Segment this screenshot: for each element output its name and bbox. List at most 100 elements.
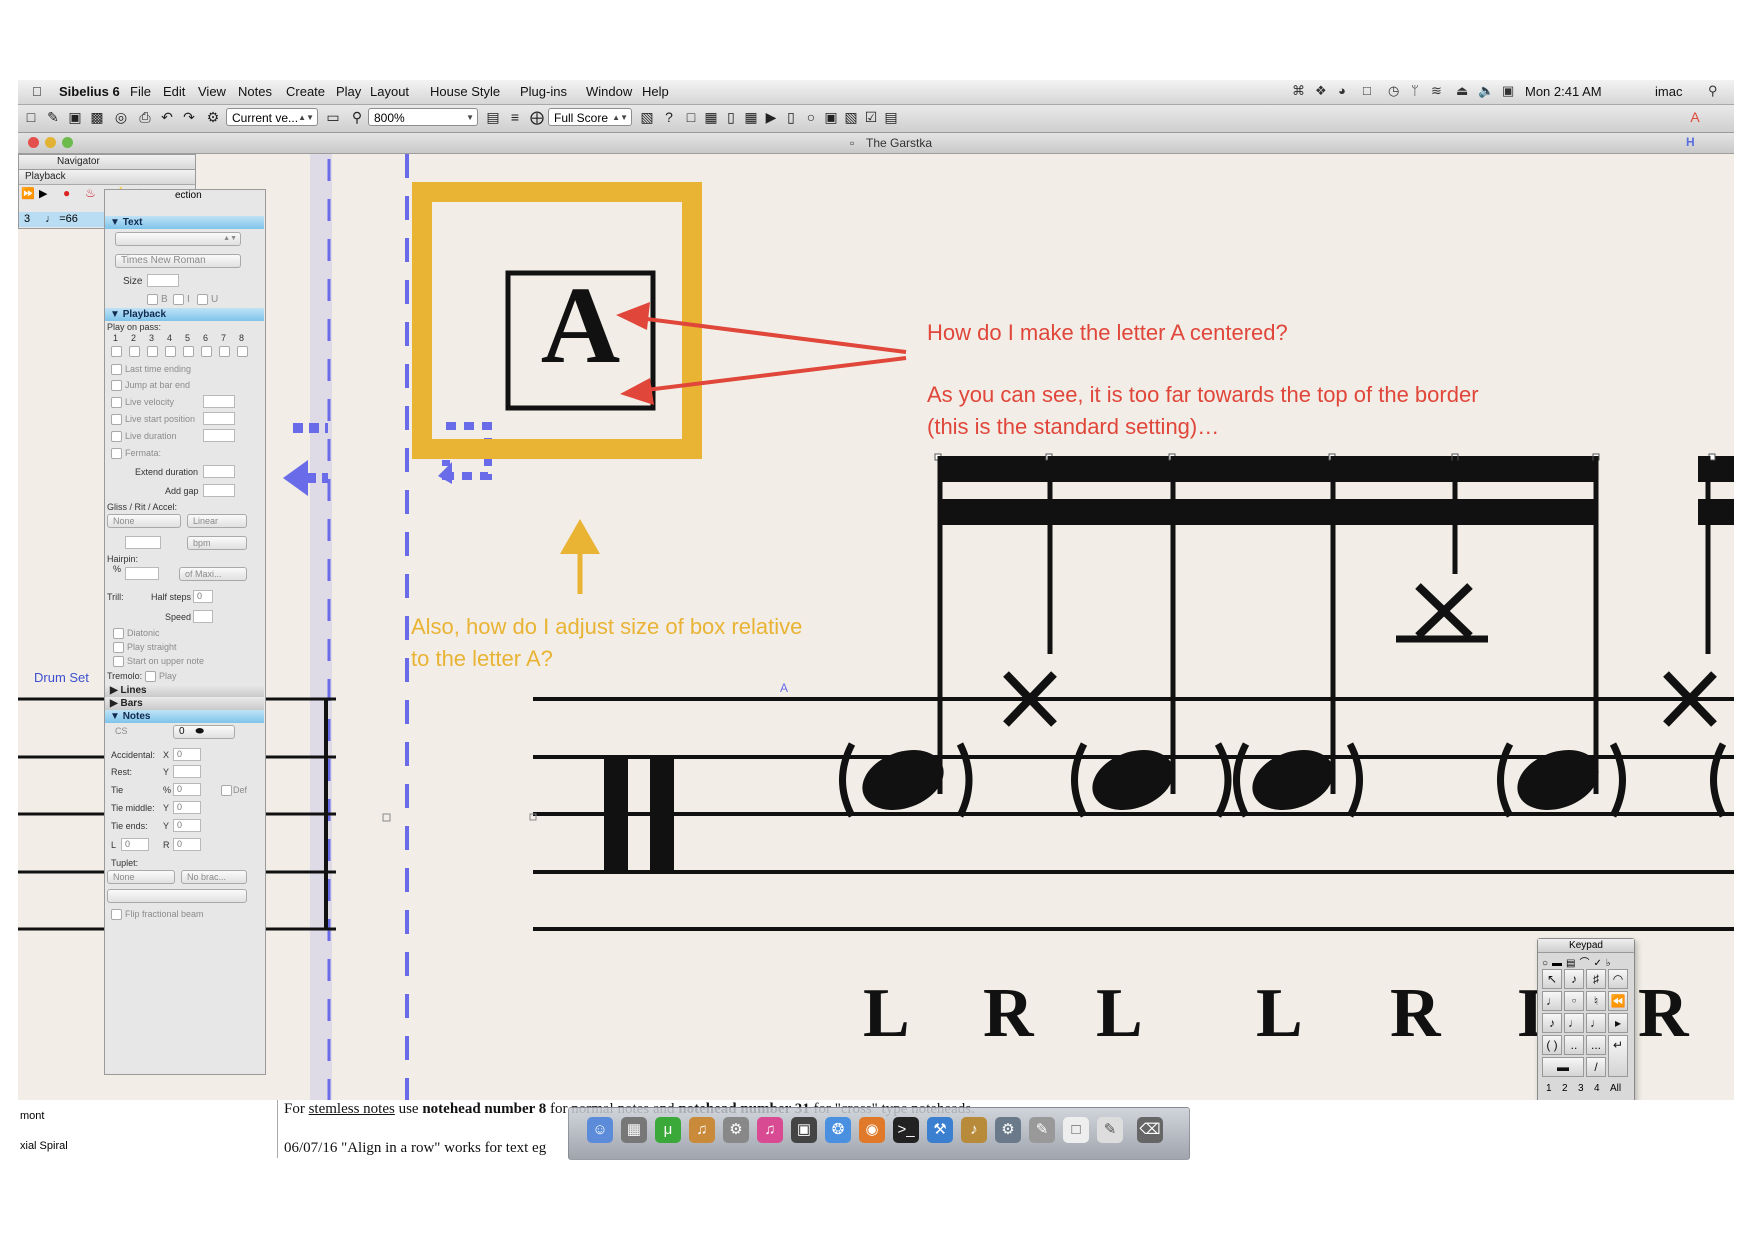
mixer-icon[interactable]: ▯ xyxy=(722,108,740,126)
keypad-tab-4[interactable]: 4 xyxy=(1594,1083,1600,1094)
bold-checkbox[interactable] xyxy=(147,294,158,305)
zoom-icon[interactable]: ⚲ xyxy=(348,108,366,126)
guitar-icon[interactable]: ♫ xyxy=(689,1117,715,1143)
keypad-rest-key[interactable]: ▬ xyxy=(1542,1057,1584,1077)
keypad-sixteenth-key[interactable]: ♪ xyxy=(1542,1013,1562,1033)
spotlight-search-icon[interactable]: ⚲ xyxy=(1708,83,1718,99)
keypad-layout-tabs[interactable]: ○▬▤⌒✓♭ xyxy=(1542,954,1628,969)
instrument-name[interactable]: Drum Set xyxy=(34,670,89,685)
keypad-note-key[interactable]: ♪ xyxy=(1564,969,1584,989)
size-field[interactable] xyxy=(147,274,179,287)
play-window-icon[interactable]: ▶ xyxy=(762,108,780,126)
fermata-checkbox[interactable] xyxy=(111,448,122,459)
keypad-natural-key[interactable]: ♮ xyxy=(1586,991,1606,1011)
plugin-icon[interactable]: ⚙ xyxy=(204,108,222,126)
speed-field[interactable] xyxy=(193,610,213,623)
section-lines[interactable]: ▶ Lines xyxy=(105,684,264,697)
bluetooth-icon[interactable]: ᛘ xyxy=(1411,83,1419,98)
diatonic-checkbox[interactable] xyxy=(113,628,124,639)
menu-app-name[interactable]: Sibelius 6 xyxy=(59,84,120,99)
keypad-pointer-key[interactable]: ↖ xyxy=(1542,969,1562,989)
hyperlink-h-icon[interactable]: H xyxy=(1686,135,1695,149)
zoom-select[interactable]: 800% ▼ xyxy=(368,108,478,126)
section-bars[interactable]: ▶ Bars xyxy=(105,697,264,710)
app-icon[interactable]: ▣ xyxy=(791,1117,817,1143)
safari-icon[interactable]: ❂ xyxy=(825,1117,851,1143)
keypad-window[interactable]: Keypad ○▬▤⌒✓♭ ↖ ♪ ♯ ◠ ♩ ○ ♮ ⏪ ♪ ♩ ♩ ▸ ( … xyxy=(1537,938,1635,1100)
flip-fractional-beam-checkbox[interactable] xyxy=(111,909,122,920)
document-dock-icon[interactable]: □ xyxy=(1063,1117,1089,1143)
textedit-icon[interactable]: ✎ xyxy=(1029,1117,1055,1143)
underline-checkbox[interactable] xyxy=(197,294,208,305)
firefox-icon[interactable]: ◉ xyxy=(859,1117,885,1143)
pass-checkbox[interactable] xyxy=(237,346,248,357)
window-icon[interactable]: ▤ xyxy=(882,108,900,126)
video-icon[interactable]: ▯ xyxy=(782,108,800,126)
utility-icon[interactable]: ⚙ xyxy=(723,1117,749,1143)
rest-y-field[interactable] xyxy=(173,765,201,778)
live-tempo-icon[interactable]: ♨ xyxy=(85,186,96,200)
launchpad-icon[interactable]: ▦ xyxy=(621,1117,647,1143)
keypad-quarter-key[interactable]: ♩ xyxy=(1564,1013,1584,1033)
apple-icon[interactable]:  xyxy=(32,84,42,99)
panorama-icon[interactable]: ▤ xyxy=(484,108,502,126)
wifi-icon[interactable]: ≋ xyxy=(1431,83,1442,99)
volume-icon[interactable]: 🔈 xyxy=(1478,83,1494,99)
tie-middle-field[interactable]: 0 xyxy=(173,801,201,814)
rehearsal-mark-small[interactable]: A xyxy=(780,681,788,695)
menu-notes[interactable]: Notes xyxy=(238,84,272,99)
tie-ends-field[interactable]: 0 xyxy=(173,819,201,832)
pass-checkbox[interactable] xyxy=(147,346,158,357)
pass-checkbox[interactable] xyxy=(201,346,212,357)
ideas-icon[interactable]: ▦ xyxy=(742,108,760,126)
zoom-window-icon[interactable] xyxy=(62,137,73,148)
image-icon[interactable]: ▧ xyxy=(842,108,860,126)
help-icon[interactable]: ? xyxy=(660,108,678,126)
command-icon[interactable]: ⌘ xyxy=(1292,83,1305,99)
keypad-toggle-icon[interactable]: ▦ xyxy=(702,108,720,126)
keypad-play-key[interactable]: ▸ xyxy=(1608,1013,1628,1033)
navigator-window[interactable]: Navigator xyxy=(18,154,196,170)
live-duration-checkbox[interactable] xyxy=(111,431,122,442)
keypad-rewind-key[interactable]: ⏪ xyxy=(1608,991,1628,1011)
panel-icon[interactable]: ▣ xyxy=(822,108,840,126)
menu-edit[interactable]: Edit xyxy=(163,84,185,99)
live-duration-field[interactable] xyxy=(203,429,235,442)
finder-icon[interactable]: ☺ xyxy=(587,1117,613,1143)
keypad-dot-key[interactable]: .. xyxy=(1564,1035,1584,1055)
audio-icon[interactable]: ◎ xyxy=(112,108,130,126)
keypad-eighth-key[interactable]: ♩ xyxy=(1542,991,1562,1011)
sticking-letter[interactable]: R xyxy=(1390,979,1441,1049)
gliss-value-field[interactable] xyxy=(125,536,161,549)
parts-icon[interactable]: ▧ xyxy=(638,108,656,126)
menu-plug-ins[interactable]: Plug-ins xyxy=(520,84,567,99)
redo-icon[interactable]: ↷ xyxy=(180,108,198,126)
right-field[interactable]: 0 xyxy=(173,838,201,851)
menu-clock[interactable]: Mon 2:41 AM xyxy=(1525,84,1602,99)
tie-percent-field[interactable]: 0 xyxy=(173,783,201,796)
font-select[interactable]: Times New Roman xyxy=(115,254,241,268)
rewind-icon[interactable]: ⏩ xyxy=(21,187,35,200)
eject-icon[interactable]: ⏏ xyxy=(1456,83,1468,99)
sticking-letter[interactable]: L xyxy=(863,979,910,1049)
screen-icon[interactable]: □ xyxy=(1363,83,1371,98)
pass-checkbox[interactable] xyxy=(165,346,176,357)
gliss-curve-select[interactable]: Linear xyxy=(187,514,247,528)
section-playback[interactable]: ▼ Playback xyxy=(105,308,264,321)
gliss-type-select[interactable]: None xyxy=(107,514,181,528)
sticking-letter[interactable]: R xyxy=(1638,979,1689,1049)
pass-checkbox[interactable] xyxy=(219,346,230,357)
minimize-icon[interactable] xyxy=(45,137,56,148)
keypad-double-dot-key[interactable]: ... xyxy=(1586,1035,1606,1055)
xcode-icon[interactable]: ⚒ xyxy=(927,1117,953,1143)
menu-play[interactable]: Play xyxy=(336,84,361,99)
keypad-paren-key[interactable]: ( ) xyxy=(1542,1035,1562,1055)
left-field[interactable]: 0 xyxy=(121,838,149,851)
hairpin-max-select[interactable]: of Maxi... xyxy=(179,567,247,581)
live-velocity-checkbox[interactable] xyxy=(111,397,122,408)
sidebar-item-1[interactable]: mont xyxy=(20,1110,44,1122)
folder-icon[interactable]: ▭ xyxy=(324,108,342,126)
keypad-tab-all[interactable]: All xyxy=(1610,1083,1621,1094)
sibelius-icon[interactable]: ♪ xyxy=(961,1117,987,1143)
bpm-select[interactable]: bpm xyxy=(187,536,247,550)
